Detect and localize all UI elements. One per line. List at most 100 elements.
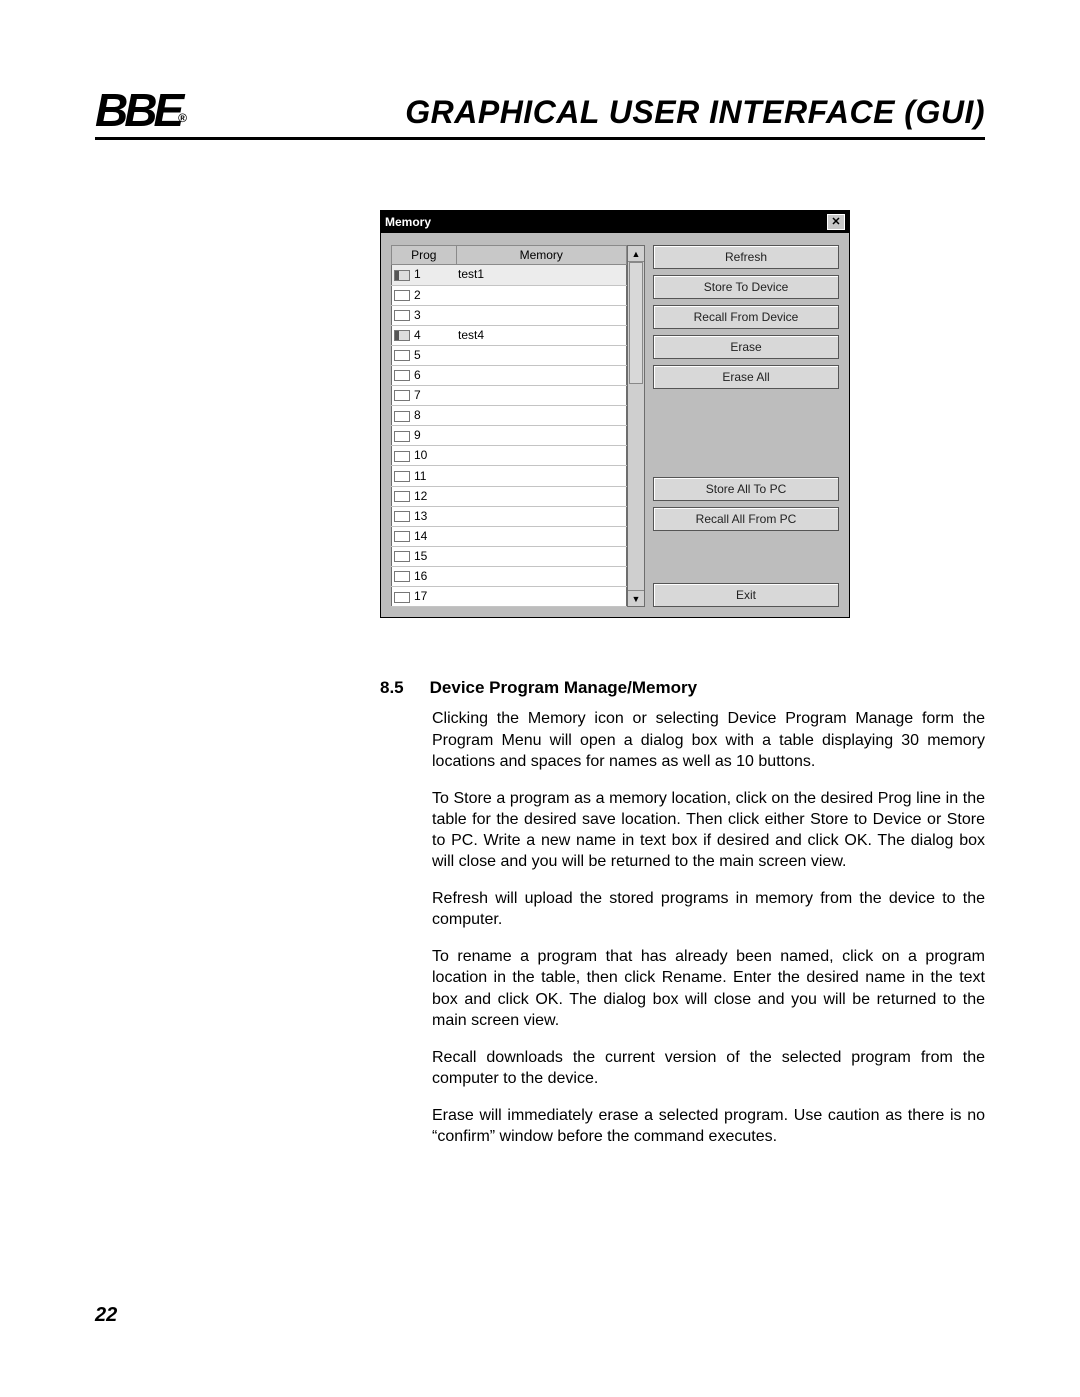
memory-cell[interactable] — [456, 386, 627, 406]
memory-cell[interactable] — [456, 305, 627, 325]
prog-slot-icon — [394, 270, 410, 281]
table-row[interactable]: 16 — [392, 567, 627, 587]
exit-button[interactable]: Exit — [653, 583, 839, 607]
table-scrollbar[interactable]: ▲ ▼ — [627, 245, 645, 607]
table-row[interactable]: 7 — [392, 386, 627, 406]
table-row[interactable]: 17 — [392, 587, 627, 607]
scroll-down-icon[interactable]: ▼ — [628, 590, 644, 606]
registered-mark: ® — [178, 111, 183, 125]
prog-cell[interactable]: 11 — [392, 466, 457, 486]
prog-cell[interactable]: 3 — [392, 305, 457, 325]
prog-cell[interactable]: 13 — [392, 506, 457, 526]
memory-cell[interactable] — [456, 567, 627, 587]
erase-all-button[interactable]: Erase All — [653, 365, 839, 389]
column-header-memory[interactable]: Memory — [456, 246, 627, 265]
memory-cell[interactable] — [456, 526, 627, 546]
memory-cell[interactable]: test4 — [456, 325, 627, 345]
prog-slot-icon — [394, 350, 410, 361]
recall-all-from-pc-button[interactable]: Recall All From PC — [653, 507, 839, 531]
scroll-up-icon[interactable]: ▲ — [628, 246, 644, 262]
store-all-to-pc-button[interactable]: Store All To PC — [653, 477, 839, 501]
store-to-device-button[interactable]: Store To Device — [653, 275, 839, 299]
prog-cell[interactable]: 1 — [392, 265, 457, 285]
memory-dialog: Memory ✕ Prog Memory 1t — [380, 210, 850, 618]
prog-slot-icon — [394, 310, 410, 321]
memory-cell[interactable] — [456, 446, 627, 466]
memory-cell[interactable] — [456, 587, 627, 607]
recall-from-device-button[interactable]: Recall From Device — [653, 305, 839, 329]
refresh-button[interactable]: Refresh — [653, 245, 839, 269]
scroll-track[interactable] — [628, 262, 644, 590]
table-row[interactable]: 11 — [392, 466, 627, 486]
memory-cell[interactable] — [456, 486, 627, 506]
memory-cell[interactable] — [456, 506, 627, 526]
table-row[interactable]: 1test1 — [392, 265, 627, 285]
page-number: 22 — [95, 1304, 117, 1327]
prog-slot-icon — [394, 451, 410, 462]
prog-cell[interactable]: 15 — [392, 546, 457, 566]
section-number: 8.5 — [380, 678, 404, 698]
table-row[interactable]: 3 — [392, 305, 627, 325]
memory-cell[interactable] — [456, 546, 627, 566]
brand-logo-text: BBE — [95, 84, 180, 136]
paragraph: Erase will immediately erase a selected … — [432, 1105, 985, 1147]
prog-slot-icon — [394, 290, 410, 301]
paragraph: Clicking the Memory icon or selecting De… — [432, 708, 985, 771]
paragraph: To rename a program that has already bee… — [432, 946, 985, 1030]
page-header: BBE® GRAPHICAL USER INTERFACE (GUI) — [95, 90, 985, 140]
table-row[interactable]: 6 — [392, 365, 627, 385]
button-column: Refresh Store To Device Recall From Devi… — [653, 245, 839, 607]
table-row[interactable]: 14 — [392, 526, 627, 546]
program-table-wrap: Prog Memory 1test1234test456789101112131… — [391, 245, 645, 607]
table-row[interactable]: 9 — [392, 426, 627, 446]
table-row[interactable]: 4test4 — [392, 325, 627, 345]
prog-slot-icon — [394, 571, 410, 582]
prog-cell[interactable]: 8 — [392, 406, 457, 426]
prog-cell[interactable]: 7 — [392, 386, 457, 406]
prog-cell[interactable]: 5 — [392, 345, 457, 365]
column-header-prog[interactable]: Prog — [392, 246, 457, 265]
table-row[interactable]: 15 — [392, 546, 627, 566]
table-row[interactable]: 12 — [392, 486, 627, 506]
brand-logo: BBE® — [95, 90, 185, 131]
content-area: Memory ✕ Prog Memory 1t — [380, 210, 985, 1147]
memory-cell[interactable] — [456, 285, 627, 305]
table-row[interactable]: 13 — [392, 506, 627, 526]
prog-cell[interactable]: 16 — [392, 567, 457, 587]
prog-slot-icon — [394, 431, 410, 442]
table-row[interactable]: 10 — [392, 446, 627, 466]
paragraph: Recall downloads the current version of … — [432, 1047, 985, 1089]
prog-slot-icon — [394, 390, 410, 401]
paragraph: To Store a program as a memory location,… — [432, 788, 985, 872]
close-icon[interactable]: ✕ — [827, 214, 845, 230]
erase-button[interactable]: Erase — [653, 335, 839, 359]
prog-cell[interactable]: 14 — [392, 526, 457, 546]
prog-cell[interactable]: 12 — [392, 486, 457, 506]
table-row[interactable]: 8 — [392, 406, 627, 426]
prog-cell[interactable]: 17 — [392, 587, 457, 607]
prog-cell[interactable]: 10 — [392, 446, 457, 466]
memory-cell[interactable]: test1 — [456, 265, 627, 285]
table-row[interactable]: 2 — [392, 285, 627, 305]
prog-cell[interactable]: 9 — [392, 426, 457, 446]
prog-cell[interactable]: 4 — [392, 325, 457, 345]
section-title: Device Program Manage/Memory — [430, 678, 697, 698]
section-heading: 8.5 Device Program Manage/Memory — [380, 678, 985, 698]
memory-cell[interactable] — [456, 345, 627, 365]
memory-cell[interactable] — [456, 365, 627, 385]
paragraph: Refresh will upload the stored programs … — [432, 888, 985, 930]
memory-cell[interactable] — [456, 466, 627, 486]
memory-cell[interactable] — [456, 426, 627, 446]
scroll-thumb[interactable] — [629, 262, 643, 384]
page-title: GRAPHICAL USER INTERFACE (GUI) — [405, 94, 985, 131]
table-row[interactable]: 5 — [392, 345, 627, 365]
memory-dialog-screenshot: Memory ✕ Prog Memory 1t — [380, 210, 850, 618]
prog-cell[interactable]: 2 — [392, 285, 457, 305]
dialog-titlebar[interactable]: Memory ✕ — [381, 211, 849, 233]
prog-slot-icon — [394, 330, 410, 341]
memory-cell[interactable] — [456, 406, 627, 426]
program-table[interactable]: Prog Memory 1test1234test456789101112131… — [391, 245, 627, 607]
prog-slot-icon — [394, 471, 410, 482]
prog-cell[interactable]: 6 — [392, 365, 457, 385]
prog-slot-icon — [394, 592, 410, 603]
